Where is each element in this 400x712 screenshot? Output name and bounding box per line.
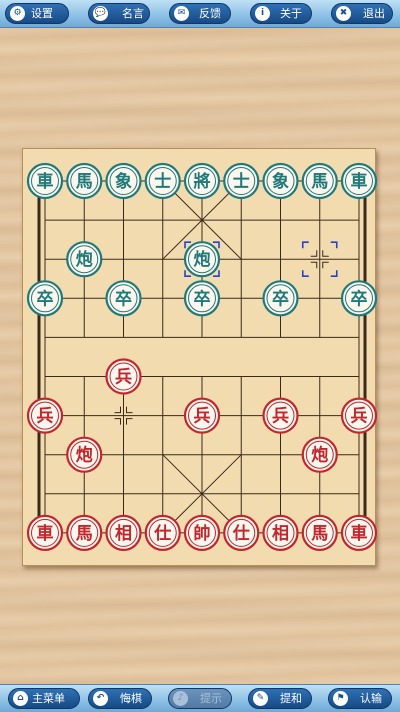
resign-button[interactable]: ⚑ 认输 [328,688,392,709]
home-icon: ⌂ [13,691,28,706]
quotes-button[interactable]: 💬 名言 [88,3,150,24]
piece-label: 卒 [351,288,368,309]
piece-label: 兵 [115,367,132,388]
piece-label: 炮 [76,249,93,270]
piece-label: 卒 [115,288,132,309]
piece-label: 相 [272,523,289,544]
gear-icon: ⚙ [10,6,25,21]
piece-black[interactable]: 炮 [183,241,221,278]
piece-label: 炮 [76,445,93,466]
piece-label: 兵 [194,406,211,427]
piece-black[interactable]: 象 [105,162,142,200]
piece-red[interactable]: 兵 [262,397,299,434]
settings-button[interactable]: ⚙ 设置 [5,3,69,24]
piece-black[interactable]: 馬 [66,162,103,200]
piece-label: 炮 [194,249,211,270]
board-canvas[interactable]: 車馬象士將士象馬車炮 炮卒卒卒卒卒兵兵兵兵兵炮 炮車馬相仕帥仕相馬車 [23,149,377,567]
speech-bubble-icon: 💬 [93,6,108,21]
piece-label: 車 [37,523,54,544]
piece-red[interactable]: 車 [340,514,377,551]
piece-red[interactable]: 炮 [301,436,338,473]
piece-black[interactable]: 象 [262,162,299,200]
piece-black[interactable]: 卒 [183,280,221,317]
piece-black[interactable]: 卒 [105,280,142,317]
piece-red[interactable]: 相 [262,514,299,551]
piece-label: 馬 [76,172,93,192]
piece-red[interactable]: 仕 [144,514,181,551]
piece-label: 車 [37,171,54,192]
xiangqi-board[interactable]: 車馬象士將士象馬車炮炮卒卒卒卒卒兵兵兵兵兵炮炮車馬相仕帥仕相馬車 [22,148,377,567]
hint-label: 提示 [200,692,222,705]
piece-black[interactable]: 將 [183,162,221,200]
offer-draw-label: 提和 [280,692,302,705]
piece-label: 卒 [37,288,54,309]
piece-label: 馬 [311,172,328,192]
piece-label: 仕 [232,523,250,544]
about-button[interactable]: i 关于 [250,3,312,24]
piece-label: 兵 [272,406,289,427]
undo-label: 悔棋 [120,692,142,705]
piece-red[interactable]: 兵 [183,397,221,434]
pencil-icon: ✎ [253,691,268,706]
piece-red[interactable]: 車 [26,514,64,551]
piece-black[interactable]: 卒 [340,280,377,317]
piece-label: 帥 [194,523,211,544]
about-label: 关于 [280,7,302,20]
piece-black[interactable]: 車 [340,162,377,200]
top-toolbar: ⚙ 设置 💬 名言 ✉ 反馈 i 关于 ✖ 退出 [0,0,400,28]
bottom-toolbar: ⌂ 主菜单 ↶ 悔棋 ♪ 提示 ✎ 提和 ⚑ 认输 [0,684,400,712]
piece-red[interactable]: 炮 [66,436,103,473]
quotes-label: 名言 [122,7,144,20]
piece-label: 車 [351,523,368,544]
close-icon: ✖ [336,6,351,21]
feedback-label: 反馈 [199,7,221,20]
piece-red[interactable]: 仕 [223,514,260,551]
piece-label: 士 [233,171,250,192]
undo-button[interactable]: ↶ 悔棋 [88,688,152,709]
piece-label: 炮 [311,445,328,466]
piece-label: 卒 [272,288,289,309]
piece-red[interactable]: 馬 [66,514,103,551]
piece-label: 兵 [351,406,368,427]
exit-button[interactable]: ✖ 退出 [331,3,393,24]
piece-black[interactable]: 士 [223,162,260,200]
piece-label: 車 [351,171,368,192]
piece-red[interactable]: 兵 [105,358,142,395]
flag-icon: ⚑ [333,691,348,706]
mail-icon: ✉ [174,6,189,21]
piece-label: 兵 [37,406,54,427]
piece-black[interactable]: 卒 [262,280,299,317]
piece-label: 仕 [153,523,171,544]
piece-red[interactable]: 馬 [301,514,338,551]
undo-icon: ↶ [93,691,108,706]
piece-label: 士 [154,171,171,192]
exit-label: 退出 [363,7,385,20]
piece-red[interactable]: 兵 [26,397,64,434]
piece-label: 象 [272,171,289,192]
offer-draw-button[interactable]: ✎ 提和 [248,688,312,709]
piece-label: 馬 [311,524,328,544]
piece-label: 相 [115,523,132,544]
piece-black[interactable]: 士 [144,162,181,200]
piece-black[interactable]: 炮 [66,241,103,278]
resign-label: 认输 [360,692,382,705]
piece-red[interactable]: 兵 [340,397,377,434]
piece-label: 卒 [194,288,211,309]
piece-black[interactable]: 馬 [301,162,338,200]
piece-black[interactable]: 車 [26,162,64,200]
piece-label: 馬 [76,524,93,544]
info-icon: i [255,6,270,21]
piece-label: 將 [194,171,211,192]
piece-label: 象 [115,171,132,192]
bell-icon: ♪ [173,691,188,706]
piece-black[interactable]: 卒 [26,280,64,317]
main-menu-button[interactable]: ⌂ 主菜单 [8,688,80,709]
piece-red[interactable]: 相 [105,514,142,551]
hint-button[interactable]: ♪ 提示 [168,688,232,709]
main-menu-label: 主菜单 [32,692,65,705]
feedback-button[interactable]: ✉ 反馈 [169,3,231,24]
settings-label: 设置 [31,7,53,20]
piece-red[interactable]: 帥 [183,514,221,551]
